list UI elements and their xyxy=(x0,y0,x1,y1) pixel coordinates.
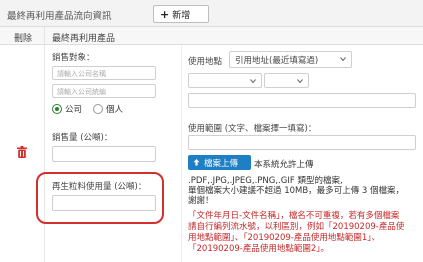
radio-company[interactable] xyxy=(52,104,62,114)
recycled-usage-input[interactable] xyxy=(52,195,156,211)
add-button[interactable]: + 新增 xyxy=(153,5,209,23)
header-divider xyxy=(44,27,45,45)
company-name-input[interactable]: 請輸入公司名稱 xyxy=(52,66,156,80)
naming-rule-line-4: 「20190209-產品使用地點範圍2」。 xyxy=(188,244,329,254)
trash-icon[interactable] xyxy=(17,146,27,158)
city-select[interactable] xyxy=(188,73,262,88)
inner-divider xyxy=(181,45,182,262)
column-header-delete: 刪除 xyxy=(14,34,33,44)
column-header-product: 最終再利用產品 xyxy=(52,34,116,44)
sales-amount-label: 銷售量 (公噸)： xyxy=(52,133,113,143)
upload-icon xyxy=(193,159,200,166)
table-header: 刪除 最終再利用產品 xyxy=(0,27,423,45)
sales-amount-input[interactable] xyxy=(52,146,156,162)
recycled-usage-label: 再生粒料使用量 (公噸)： xyxy=(52,182,147,192)
upload-thanks-note: 謝謝！ xyxy=(188,196,214,206)
district-select[interactable] xyxy=(264,73,309,88)
company-id-placeholder: 請輸入公司統編 xyxy=(57,88,106,96)
upload-note: 本系統允許上傳 xyxy=(254,160,314,170)
location-label: 使用地點 xyxy=(188,57,223,67)
address-input[interactable] xyxy=(188,93,416,108)
radio-person-label: 個人 xyxy=(106,105,124,115)
address-select[interactable]: 引用地址(最近填寫過) xyxy=(229,51,352,68)
column-divider xyxy=(44,45,45,262)
chevron-down-icon xyxy=(250,79,256,84)
chevron-down-icon xyxy=(340,57,346,62)
company-id-input[interactable]: 請輸入公司統編 xyxy=(52,84,156,98)
address-select-value: 引用地址(最近填寫過) xyxy=(235,56,319,66)
upload-button-label: 檔案上傳 xyxy=(204,158,239,169)
add-button-label: 新增 xyxy=(172,10,191,21)
buyer-type-radio-group: 公司 個人 xyxy=(52,103,131,115)
radio-person[interactable] xyxy=(93,104,104,114)
sales-target-label: 銷售對象： xyxy=(52,53,95,63)
radio-company-label: 公司 xyxy=(65,105,83,115)
chevron-down-icon xyxy=(297,79,303,84)
plus-icon: + xyxy=(160,7,170,21)
company-name-placeholder: 請輸入公司名稱 xyxy=(57,70,106,78)
upload-size-note: 單個檔案大小建議不超過 10MB，最多可上傳 3 個檔案， xyxy=(188,186,404,196)
upload-button[interactable]: 檔案上傳 xyxy=(188,155,251,170)
scope-text-input[interactable] xyxy=(188,135,416,150)
section-header: 最終再利用產品流向資訊 + 新增 xyxy=(0,0,423,27)
section-title: 最終再利用產品流向資訊 xyxy=(7,11,112,22)
scope-label: 使用範圍 (文字、檔案擇一填寫)： xyxy=(188,124,317,134)
